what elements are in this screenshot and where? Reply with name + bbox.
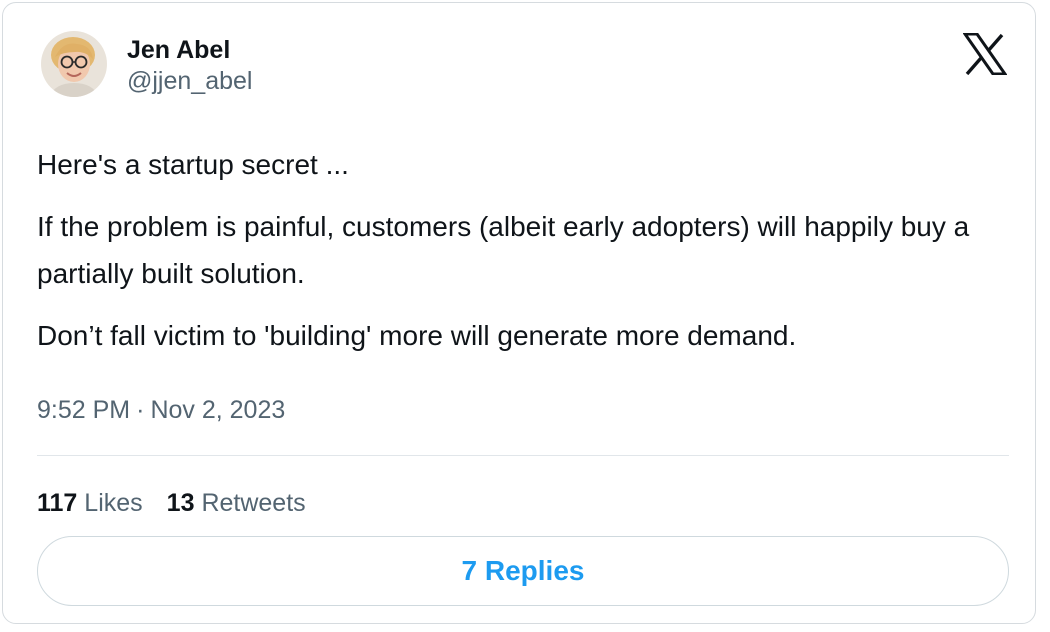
retweets-label: Retweets xyxy=(201,489,306,517)
tweet-card: Jen Abel @jjen_abel Here's a startup sec… xyxy=(2,2,1036,624)
author-info: Jen Abel @jjen_abel xyxy=(127,35,252,97)
replies-button[interactable]: 7 Replies xyxy=(37,536,1009,606)
avatar-image xyxy=(41,31,107,97)
tweet-paragraph: Don’t fall victim to 'building' more wil… xyxy=(37,320,797,351)
tweet-date: Nov 2, 2023 xyxy=(150,396,286,424)
likes-label: Likes xyxy=(84,489,143,517)
engagement-stats: 117 Likes 13 Retweets xyxy=(37,487,306,519)
tweet-text: Here's a startup secret ... If the probl… xyxy=(37,141,997,374)
divider xyxy=(37,455,1009,456)
likes-count: 117 xyxy=(37,489,78,517)
retweets-stat[interactable]: 13 Retweets xyxy=(167,489,306,517)
tweet-timestamp[interactable]: 9:52 PM · Nov 2, 2023 xyxy=(37,393,285,427)
x-logo-icon[interactable] xyxy=(962,32,1008,76)
tweet-time: 9:52 PM xyxy=(37,396,131,424)
separator-dot: · xyxy=(136,396,145,424)
author-name[interactable]: Jen Abel xyxy=(127,35,252,65)
likes-stat[interactable]: 117 Likes xyxy=(37,489,143,517)
author-handle[interactable]: @jjen_abel xyxy=(127,65,252,97)
tweet-paragraph: Here's a startup secret ... xyxy=(37,149,349,180)
tweet-paragraph: If the problem is painful, customers (al… xyxy=(37,211,970,289)
retweets-count: 13 xyxy=(166,489,195,517)
avatar[interactable] xyxy=(41,31,107,97)
